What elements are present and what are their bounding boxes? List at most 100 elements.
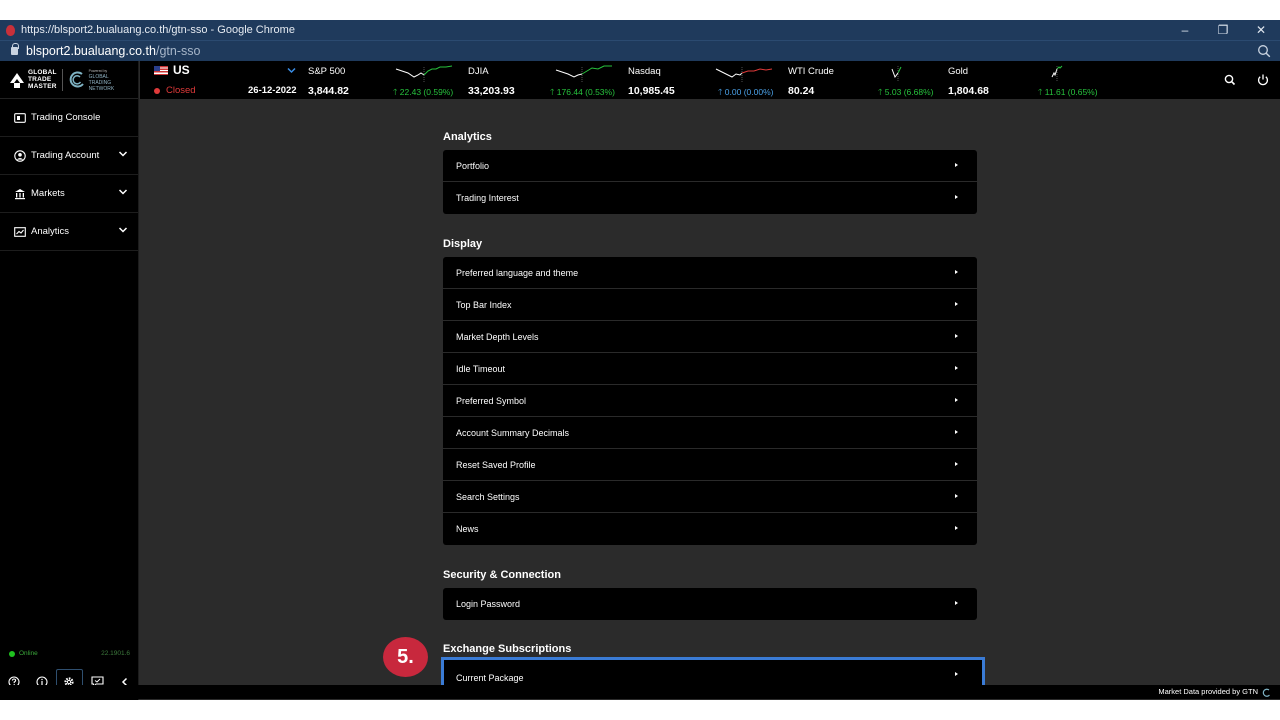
minimize-button[interactable]: –	[1166, 20, 1204, 40]
chevron-down-icon	[118, 151, 128, 157]
top-actions	[1100, 61, 1280, 99]
settings-item-language-theme[interactable]: Preferred language and theme	[443, 257, 977, 289]
settings-group-security: Login Password	[443, 588, 977, 620]
settings-item-news[interactable]: News	[443, 513, 977, 545]
logo-divider	[61, 68, 63, 91]
sidebar-item-markets[interactable]: Markets	[0, 175, 138, 213]
sidebar: GLOBAL TRADE MASTER Powered by GLOBAL TRADI…	[0, 61, 139, 700]
chevron-down-icon	[118, 189, 128, 195]
restore-button[interactable]: ❐	[1204, 20, 1242, 40]
settings-item-portfolio[interactable]: Portfolio	[443, 150, 977, 182]
sidebar-item-label: Analytics	[31, 226, 70, 237]
chevron-right-icon	[955, 494, 958, 498]
footer-bar: Market Data provided by GTN	[0, 685, 1280, 699]
index-name: Gold	[948, 66, 969, 77]
url-host: blsport2.bualuang.co.th	[26, 44, 156, 58]
index-name: WTI Crude	[788, 66, 834, 77]
sparkline-chart	[395, 65, 453, 82]
section-title-analytics: Analytics	[443, 131, 492, 143]
us-flag-icon	[154, 65, 168, 75]
partner-logo-text: Powered by GLOBAL TRADING NETWORK	[88, 68, 115, 92]
market-data-credit: Market Data provided by GTN	[1158, 687, 1258, 696]
sidebar-item-label: Trading Account	[31, 150, 100, 161]
settings-item-account-decimals[interactable]: Account Summary Decimals	[443, 417, 977, 449]
sidebar-item-trading-console[interactable]: Trading Console	[0, 99, 138, 137]
account-icon	[14, 149, 26, 162]
version-text: 22.1901.6	[101, 650, 130, 657]
analytics-icon	[14, 226, 26, 238]
section-title-display: Display	[443, 238, 483, 250]
sidebar-item-trading-account[interactable]: Trading Account	[0, 137, 138, 175]
sidebar-item-label: Markets	[31, 188, 65, 199]
step-number-badge: 5.	[383, 637, 428, 677]
chevron-right-icon	[955, 195, 958, 199]
chevron-right-icon	[955, 601, 958, 605]
closed-dot-icon	[154, 87, 160, 94]
power-icon[interactable]	[1256, 73, 1270, 87]
chevron-right-icon	[955, 672, 958, 676]
chevron-right-icon	[955, 526, 958, 530]
index-value: 10,985.45	[628, 85, 675, 97]
gtn-logo-icon	[69, 70, 84, 87]
section-title-exchange: Exchange Subscriptions	[443, 643, 572, 655]
status-text: Online	[19, 650, 38, 657]
settings-item-trading-interest[interactable]: Trading Interest	[443, 182, 977, 214]
index-change: 🡑 22.43 (0.59%)	[393, 87, 454, 97]
chevron-right-icon	[955, 430, 958, 434]
market-status: Closed	[154, 85, 196, 96]
index-change: 🡑 0.00 (0.00%)	[718, 87, 774, 97]
address-bar[interactable]: blsport2.bualuang.co.th/gtn-sso	[0, 40, 1280, 61]
online-indicator-icon	[9, 651, 15, 657]
index-value: 80.24	[788, 85, 815, 97]
chevron-right-icon	[955, 398, 958, 402]
index-change: 🡑 176.44 (0.53%)	[550, 87, 615, 97]
sparkline-chart	[715, 67, 773, 82]
chevron-right-icon	[955, 462, 958, 466]
settings-item-idle-timeout[interactable]: Idle Timeout	[443, 353, 977, 385]
index-value: 3,844.82	[308, 85, 349, 97]
index-name: S&P 500	[308, 66, 346, 77]
settings-item-top-bar-index[interactable]: Top Bar Index	[443, 289, 977, 321]
index-change: 🡑 11.61 (0.65%)	[1038, 87, 1098, 97]
chevron-down-icon[interactable]	[287, 66, 296, 75]
console-icon	[14, 112, 26, 124]
app-root: GLOBAL TRADE MASTER Powered by GLOBAL TRADI…	[0, 61, 1280, 700]
close-button[interactable]: ✕	[1242, 20, 1280, 40]
settings-item-search-settings[interactable]: Search Settings	[443, 481, 977, 513]
chevron-right-icon	[955, 270, 958, 274]
index-name: Nasdaq	[628, 66, 661, 77]
gtn-logo-icon	[1262, 688, 1270, 697]
search-icon[interactable]	[1257, 44, 1271, 58]
market-ticker-bar: US Closed 26-12-2022 S&P 500 3,844.82 🡑 …	[140, 61, 1100, 99]
chevron-right-icon	[955, 366, 958, 370]
market-name: US	[173, 63, 190, 77]
chevron-right-icon	[955, 334, 958, 338]
market-date: 26-12-2022	[248, 85, 297, 96]
gtm-logo-icon	[10, 72, 24, 88]
bank-icon	[14, 188, 26, 200]
chevron-down-icon	[118, 227, 128, 233]
sparkline-chart	[555, 65, 612, 82]
chevron-right-icon	[955, 163, 958, 167]
index-change: 🡑 5.03 (6.68%)	[878, 87, 934, 97]
market-selector[interactable]: US	[154, 63, 190, 77]
search-icon[interactable]	[1223, 73, 1237, 87]
index-value: 33,203.93	[468, 85, 515, 97]
index-name: DJIA	[468, 66, 489, 77]
window-titlebar: https://blsport2.bualuang.co.th/gtn-sso …	[0, 20, 1280, 40]
logo-text: GLOBAL TRADE MASTER	[28, 69, 57, 90]
site-favicon-icon	[6, 24, 15, 36]
settings-item-market-depth[interactable]: Market Depth Levels	[443, 321, 977, 353]
settings-item-preferred-symbol[interactable]: Preferred Symbol	[443, 385, 977, 417]
connection-status: Online 22.1901.6	[0, 647, 139, 661]
settings-item-reset-profile[interactable]: Reset Saved Profile	[443, 449, 977, 481]
sparkline-chart	[891, 66, 902, 82]
window-title: https://blsport2.bualuang.co.th/gtn-sso …	[21, 24, 295, 36]
chevron-right-icon	[955, 302, 958, 306]
sidebar-item-analytics[interactable]: Analytics	[0, 213, 138, 251]
url-path: /gtn-sso	[155, 44, 201, 58]
settings-group-display: Preferred language and theme Top Bar Ind…	[443, 257, 977, 545]
browser-window: https://blsport2.bualuang.co.th/gtn-sso …	[0, 20, 1280, 700]
settings-item-login-password[interactable]: Login Password	[443, 588, 977, 620]
section-title-security: Security & Connection	[443, 569, 561, 581]
